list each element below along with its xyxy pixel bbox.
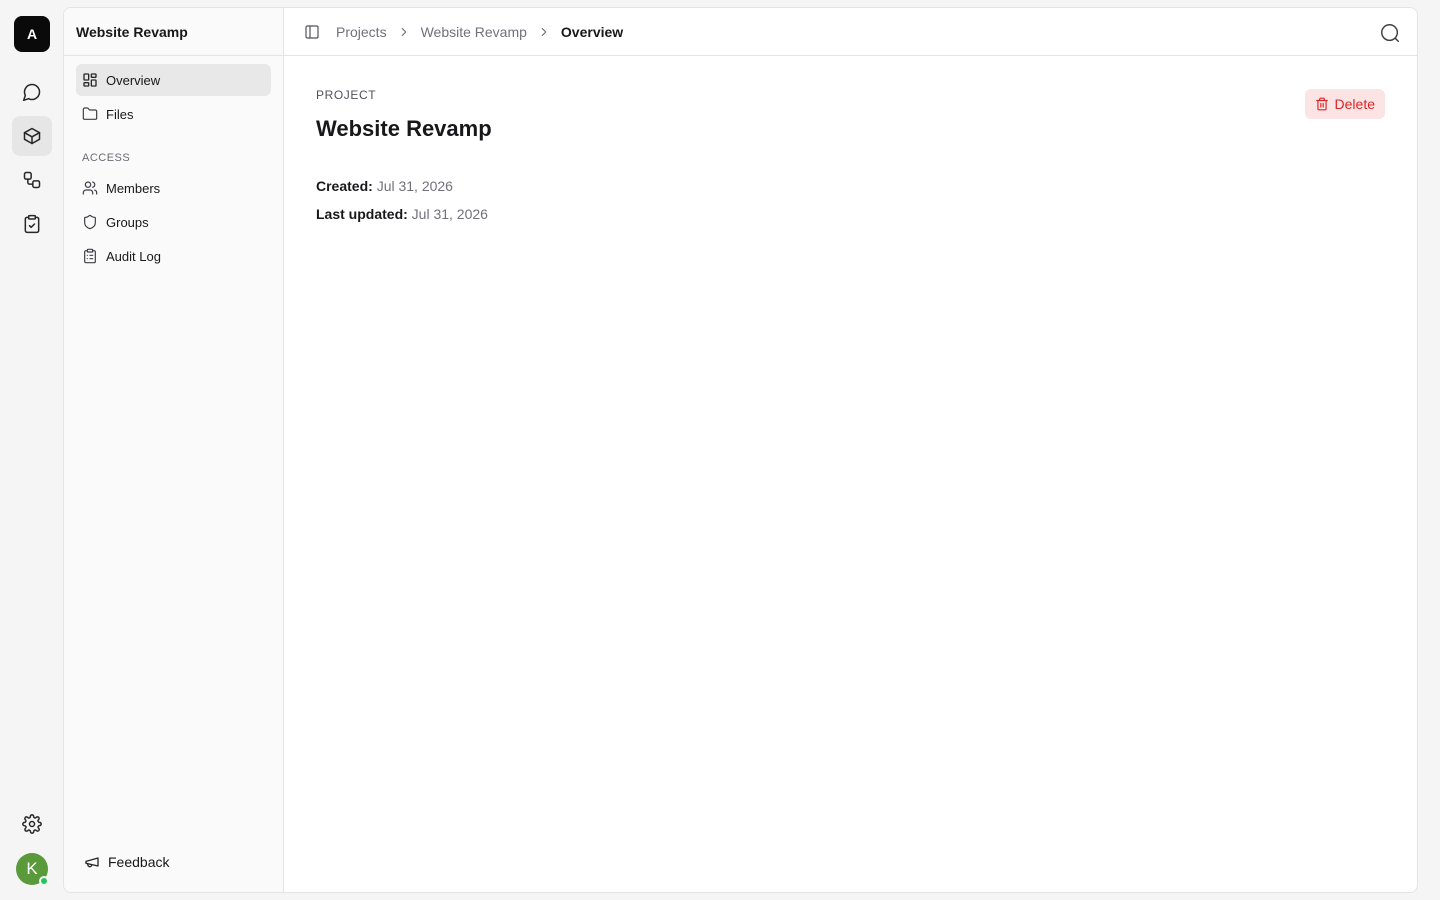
project-meta: Created: Jul 31, 2026 Last updated: Jul … xyxy=(316,172,1385,228)
rail-chat-button[interactable] xyxy=(12,72,52,112)
sidebar-item-label: Files xyxy=(106,106,134,122)
top-bar: Projects Website Revamp Overview xyxy=(284,8,1417,56)
breadcrumb-current: Overview xyxy=(560,23,624,40)
trash-icon xyxy=(1315,97,1328,111)
sidebar-item-members[interactable]: Members xyxy=(76,172,271,204)
page-eyebrow: PROJECT xyxy=(316,88,377,102)
workflow-icon xyxy=(23,171,41,189)
rail-workflows-button[interactable] xyxy=(12,160,52,200)
clipboard-list-icon xyxy=(84,248,96,264)
main-frame: Website Revamp Overview Files ACCESS Mem… xyxy=(63,7,1418,893)
sidebar-item-label: Overview xyxy=(106,72,161,88)
layout-grid-icon xyxy=(83,73,97,87)
updated-value: Jul 31, 2026 xyxy=(411,206,488,222)
box-icon xyxy=(23,127,41,145)
created-label: Created: xyxy=(316,178,373,194)
created-row: Created: Jul 31, 2026 xyxy=(316,172,1385,200)
updated-row: Last updated: Jul 31, 2026 xyxy=(316,200,1385,228)
sidebar-item-overview[interactable]: Overview xyxy=(76,64,271,96)
user-avatar[interactable]: K xyxy=(16,853,49,886)
page-title: Website Revamp xyxy=(316,116,492,141)
breadcrumb-project[interactable]: Website Revamp xyxy=(421,24,527,40)
users-icon xyxy=(82,181,98,195)
rail-tasks-button[interactable] xyxy=(12,204,52,244)
breadcrumb: Projects Website Revamp Overview xyxy=(336,24,623,40)
icon-rail: A K xyxy=(0,0,64,900)
feedback-button[interactable]: Feedback xyxy=(76,846,272,878)
access-section-label: ACCESS xyxy=(82,152,131,164)
sidebar-item-label: Groups xyxy=(106,214,149,230)
sidebar-title: Website Revamp xyxy=(64,8,283,56)
sidebar-item-label: Audit Log xyxy=(106,248,161,264)
content-area: Projects Website Revamp Overview PROJECT… xyxy=(284,8,1417,892)
search-button[interactable] xyxy=(1379,22,1401,44)
sidebar-item-groups[interactable]: Groups xyxy=(76,206,271,238)
message-circle-icon xyxy=(22,83,41,102)
workspace-logo[interactable]: A xyxy=(14,16,50,52)
sidebar-item-files[interactable]: Files xyxy=(76,98,271,130)
chevron-right-icon xyxy=(537,25,551,39)
panel-left-icon xyxy=(305,24,319,39)
project-sidebar: Website Revamp Overview Files ACCESS Mem… xyxy=(64,8,284,892)
delete-project-button[interactable]: Delete xyxy=(1304,89,1385,119)
toggle-sidebar-button[interactable] xyxy=(304,24,320,40)
avatar-letter: K xyxy=(26,859,38,878)
clipboard-check-icon xyxy=(24,214,40,234)
updated-label: Last updated: xyxy=(316,206,408,222)
sidebar-item-label: Members xyxy=(106,180,161,196)
breadcrumb-projects[interactable]: Projects xyxy=(336,24,387,40)
gear-icon xyxy=(22,814,42,834)
sidebar-nav: Overview Files ACCESS Members Groups Aud… xyxy=(64,56,283,272)
chevron-right-icon xyxy=(397,25,411,39)
project-overview: PROJECT Website Revamp Created: Jul 31, … xyxy=(284,56,1417,260)
online-status-dot xyxy=(39,876,49,886)
settings-button[interactable] xyxy=(12,804,52,844)
sidebar-item-audit-log[interactable]: Audit Log xyxy=(76,240,271,272)
created-value: Jul 31, 2026 xyxy=(376,178,453,194)
megaphone-icon xyxy=(85,857,99,868)
search-icon xyxy=(1381,24,1399,42)
shield-icon xyxy=(84,214,96,230)
feedback-label: Feedback xyxy=(108,854,170,870)
rail-projects-button[interactable] xyxy=(12,116,52,156)
delete-label: Delete xyxy=(1334,96,1375,112)
folder-icon xyxy=(82,107,98,120)
